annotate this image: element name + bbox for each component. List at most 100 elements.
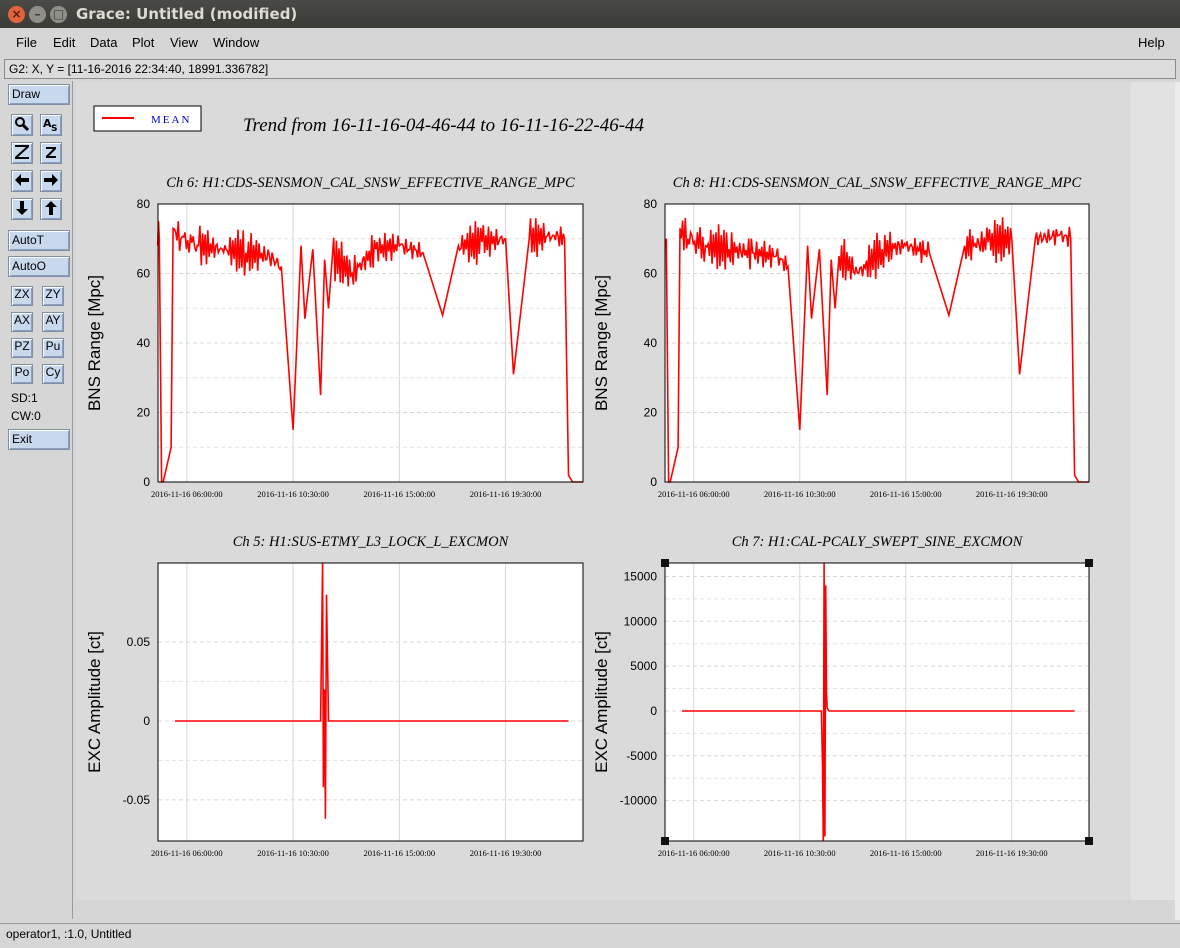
chart-panel-2[interactable]: 2016-11-16 06:00:00 2016-11-16 10:30:00 20…: [592, 175, 1090, 499]
y-tick-label: 40: [644, 336, 658, 350]
y-tick-label: -10000: [620, 794, 658, 808]
y-tick-label: 0.05: [127, 635, 151, 649]
x-tick-label: 2016-11-16 06:00:00: [151, 848, 223, 858]
y-tick-label: 20: [137, 406, 151, 420]
x-tick-label: 2016-11-16 15:00:00: [870, 489, 942, 499]
x-tick-label: 2016-11-16 19:30:00: [976, 489, 1048, 499]
pu-button[interactable]: Pu: [42, 338, 64, 358]
plot-area[interactable]: [665, 563, 1089, 841]
zy-button[interactable]: ZY: [42, 286, 64, 306]
y-axis-label: EXC Amplitude [ct]: [592, 631, 611, 773]
x-tick-label: 2016-11-16 19:30:00: [976, 848, 1048, 858]
x-tick-label: 2016-11-16 15:00:00: [363, 848, 435, 858]
x-tick-label: 2016-11-16 06:00:00: [658, 489, 730, 499]
selection-handle[interactable]: [1085, 837, 1093, 845]
y-tick-label: 80: [644, 197, 658, 211]
y-tick-label: 40: [137, 336, 151, 350]
title-bar: × – □ Grace: Untitled (modified): [0, 0, 1180, 28]
plot-area[interactable]: [158, 563, 583, 841]
zoom-in-button[interactable]: [11, 142, 33, 164]
y-tick-label: 10000: [624, 614, 658, 628]
selection-handle[interactable]: [661, 559, 669, 567]
scroll-up-button[interactable]: [40, 198, 62, 220]
menu-bar: File Edit Data Plot View Window Help: [0, 28, 1180, 58]
graph-header-title: Trend from 16-11-16-04-46-44 to 16-11-16…: [243, 115, 645, 136]
ax-button[interactable]: AX: [11, 312, 33, 332]
zoom-z-large-icon: [13, 145, 31, 166]
autoscale-text-icon: AS: [42, 117, 60, 137]
scroll-down-button[interactable]: [11, 198, 33, 220]
window-title: Grace: Untitled (modified): [76, 5, 298, 23]
zoom-button[interactable]: [11, 114, 33, 136]
draw-button[interactable]: Draw: [8, 84, 70, 105]
left-toolbar: Draw AS AutoT AutoO ZX ZY AX AY PZ Pu Po…: [3, 81, 73, 919]
left-arrow-icon: [13, 174, 31, 193]
autoo-button[interactable]: AutoO: [8, 256, 70, 277]
svg-text:S: S: [51, 124, 57, 133]
autot-button[interactable]: AutoT: [8, 230, 70, 251]
x-tick-label: 2016-11-16 19:30:00: [470, 489, 542, 499]
y-tick-label: 0: [650, 475, 657, 489]
po-button[interactable]: Po: [11, 364, 33, 384]
maximize-window-button[interactable]: □: [50, 6, 67, 23]
ay-button[interactable]: AY: [42, 312, 64, 332]
menu-window[interactable]: Window: [213, 35, 259, 50]
chart-title: Ch 5: H1:SUS-ETMY_L3_LOCK_L_EXCMON: [233, 534, 510, 550]
y-axis-label: EXC Amplitude [ct]: [85, 631, 104, 773]
menu-view[interactable]: View: [170, 35, 198, 50]
exit-button[interactable]: Exit: [8, 429, 70, 450]
pz-button[interactable]: PZ: [11, 338, 33, 358]
x-tick-label: 2016-11-16 10:30:00: [257, 848, 329, 858]
status-bar: operator1, :1.0, Untitled: [0, 923, 1180, 948]
zx-button[interactable]: ZX: [11, 286, 33, 306]
menu-help[interactable]: Help: [1138, 35, 1165, 50]
canvas-margin: [1131, 82, 1175, 900]
selection-handle[interactable]: [661, 837, 669, 845]
menu-plot[interactable]: Plot: [132, 35, 154, 50]
zoom-icon: [13, 117, 31, 137]
scroll-right-button[interactable]: [40, 170, 62, 192]
location-readout: G2: X, Y = [11-16-2016 22:34:40, 18991.3…: [4, 59, 1176, 79]
chart-title: Ch 7: H1:CAL-PCALY_SWEPT_SINE_EXCMON: [732, 534, 1024, 550]
menu-file[interactable]: File: [16, 35, 37, 50]
x-tick-label: 2016-11-16 15:00:00: [363, 489, 435, 499]
zoom-out-button[interactable]: [40, 142, 62, 164]
y-tick-label: 0: [143, 714, 150, 728]
minimize-window-button[interactable]: –: [29, 6, 46, 23]
cy-button[interactable]: Cy: [42, 364, 64, 384]
x-tick-label: 2016-11-16 06:00:00: [151, 489, 223, 499]
y-tick-label: 80: [137, 197, 151, 211]
close-window-button[interactable]: ×: [8, 6, 25, 23]
legend-label: MEAN: [151, 114, 191, 126]
chart-title: Ch 6: H1:CDS-SENSMON_CAL_SNSW_EFFECTIVE_…: [166, 175, 575, 191]
y-tick-label: 20: [644, 406, 658, 420]
plot-canvas[interactable]: MEAN Trend from 16-11-16-04-46-44 to 16-…: [76, 82, 1131, 900]
y-tick-label: 0: [143, 475, 150, 489]
right-arrow-icon: [42, 174, 60, 193]
x-tick-label: 2016-11-16 10:30:00: [764, 489, 836, 499]
status-text: operator1, :1.0, Untitled: [6, 927, 132, 941]
y-tick-label: -0.05: [123, 793, 151, 807]
y-axis-label: BNS Range [Mpc]: [85, 275, 104, 411]
y-axis-label: BNS Range [Mpc]: [592, 275, 611, 411]
chart-panel-3[interactable]: 2016-11-16 06:00:00 2016-11-16 10:30:00 20…: [85, 534, 584, 858]
selection-handle[interactable]: [1085, 559, 1093, 567]
plot-svg[interactable]: MEAN Trend from 16-11-16-04-46-44 to 16-…: [76, 82, 1131, 900]
chart-panel-1[interactable]: 2016-11-16 06:00:00 2016-11-16 10:30:00 20…: [85, 175, 584, 499]
stack-depth-label: SD:1: [11, 391, 38, 405]
scroll-left-button[interactable]: [11, 170, 33, 192]
up-arrow-icon: [42, 201, 60, 221]
zoom-z-small-icon: [42, 147, 60, 165]
x-tick-label: 2016-11-16 19:30:00: [470, 848, 542, 858]
y-tick-label: 15000: [624, 569, 658, 583]
y-tick-label: 5000: [630, 659, 657, 673]
x-tick-label: 2016-11-16 10:30:00: [257, 489, 329, 499]
autoscale-text-button[interactable]: AS: [40, 114, 62, 136]
y-tick-label: -5000: [626, 749, 657, 763]
down-arrow-icon: [13, 201, 31, 221]
menu-data[interactable]: Data: [90, 35, 117, 50]
current-world-label: CW:0: [11, 409, 41, 423]
y-tick-label: 0: [650, 704, 657, 718]
menu-edit[interactable]: Edit: [53, 35, 75, 50]
chart-panel-4[interactable]: 2016-11-16 06:00:00 2016-11-16 10:30:00 20…: [592, 534, 1090, 858]
